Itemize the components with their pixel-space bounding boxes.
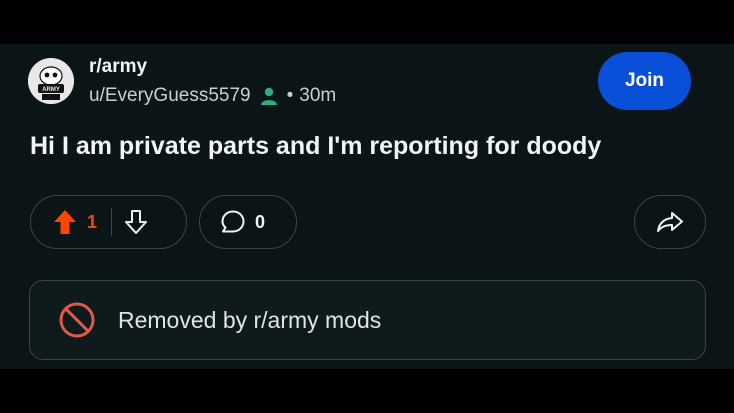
upvote-count: 1 bbox=[87, 211, 98, 232]
subreddit-avatar[interactable]: ARMY bbox=[28, 58, 74, 104]
post-card: ARMY r/army u/EveryGuess5579 • 30m Join … bbox=[0, 44, 734, 369]
join-button[interactable]: Join bbox=[598, 52, 691, 110]
author-username[interactable]: u/EveryGuess5579 bbox=[89, 85, 251, 107]
subreddit-name[interactable]: r/army bbox=[89, 56, 147, 78]
meta-separator: • bbox=[286, 85, 294, 106]
snoo-avatar-icon: ARMY bbox=[28, 58, 74, 104]
removed-notice: Removed by r/army mods bbox=[29, 280, 706, 360]
post-time: 30m bbox=[299, 85, 337, 106]
vote-bar: 1 bbox=[30, 195, 187, 249]
share-button[interactable] bbox=[634, 195, 706, 249]
vote-divider bbox=[111, 208, 113, 236]
user-icon bbox=[259, 86, 279, 106]
post-meta: u/EveryGuess5579 • 30m bbox=[89, 85, 336, 107]
post-title[interactable]: Hi I am private parts and I'm reporting … bbox=[30, 132, 601, 161]
comment-bubble-icon bbox=[220, 209, 246, 235]
upvote-arrow-icon[interactable] bbox=[53, 209, 77, 235]
ban-icon bbox=[58, 301, 96, 339]
share-icon bbox=[657, 212, 683, 232]
removed-notice-text: Removed by r/army mods bbox=[118, 306, 382, 333]
avatar-badge-text: ARMY bbox=[42, 87, 60, 93]
comment-count: 0 bbox=[255, 211, 266, 232]
downvote-arrow-icon[interactable] bbox=[124, 209, 148, 235]
comments-button[interactable]: 0 bbox=[199, 195, 297, 249]
